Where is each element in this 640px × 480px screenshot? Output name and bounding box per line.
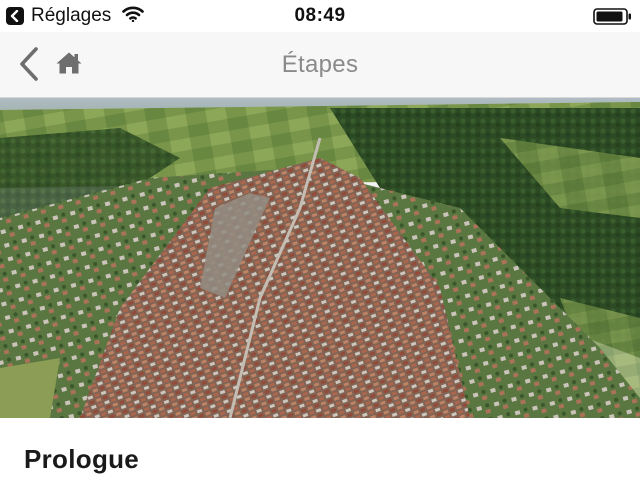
section-title: Prologue: [24, 444, 140, 474]
page-title: Étapes: [281, 51, 359, 78]
status-clock: 08:49: [294, 5, 346, 26]
navigation-bar: Étapes: [0, 32, 640, 98]
battery-icon: [593, 8, 633, 30]
aerial-city-photo: [0, 98, 640, 418]
hero-image: [0, 98, 640, 418]
status-bar: Réglages 08:49: [0, 0, 640, 32]
